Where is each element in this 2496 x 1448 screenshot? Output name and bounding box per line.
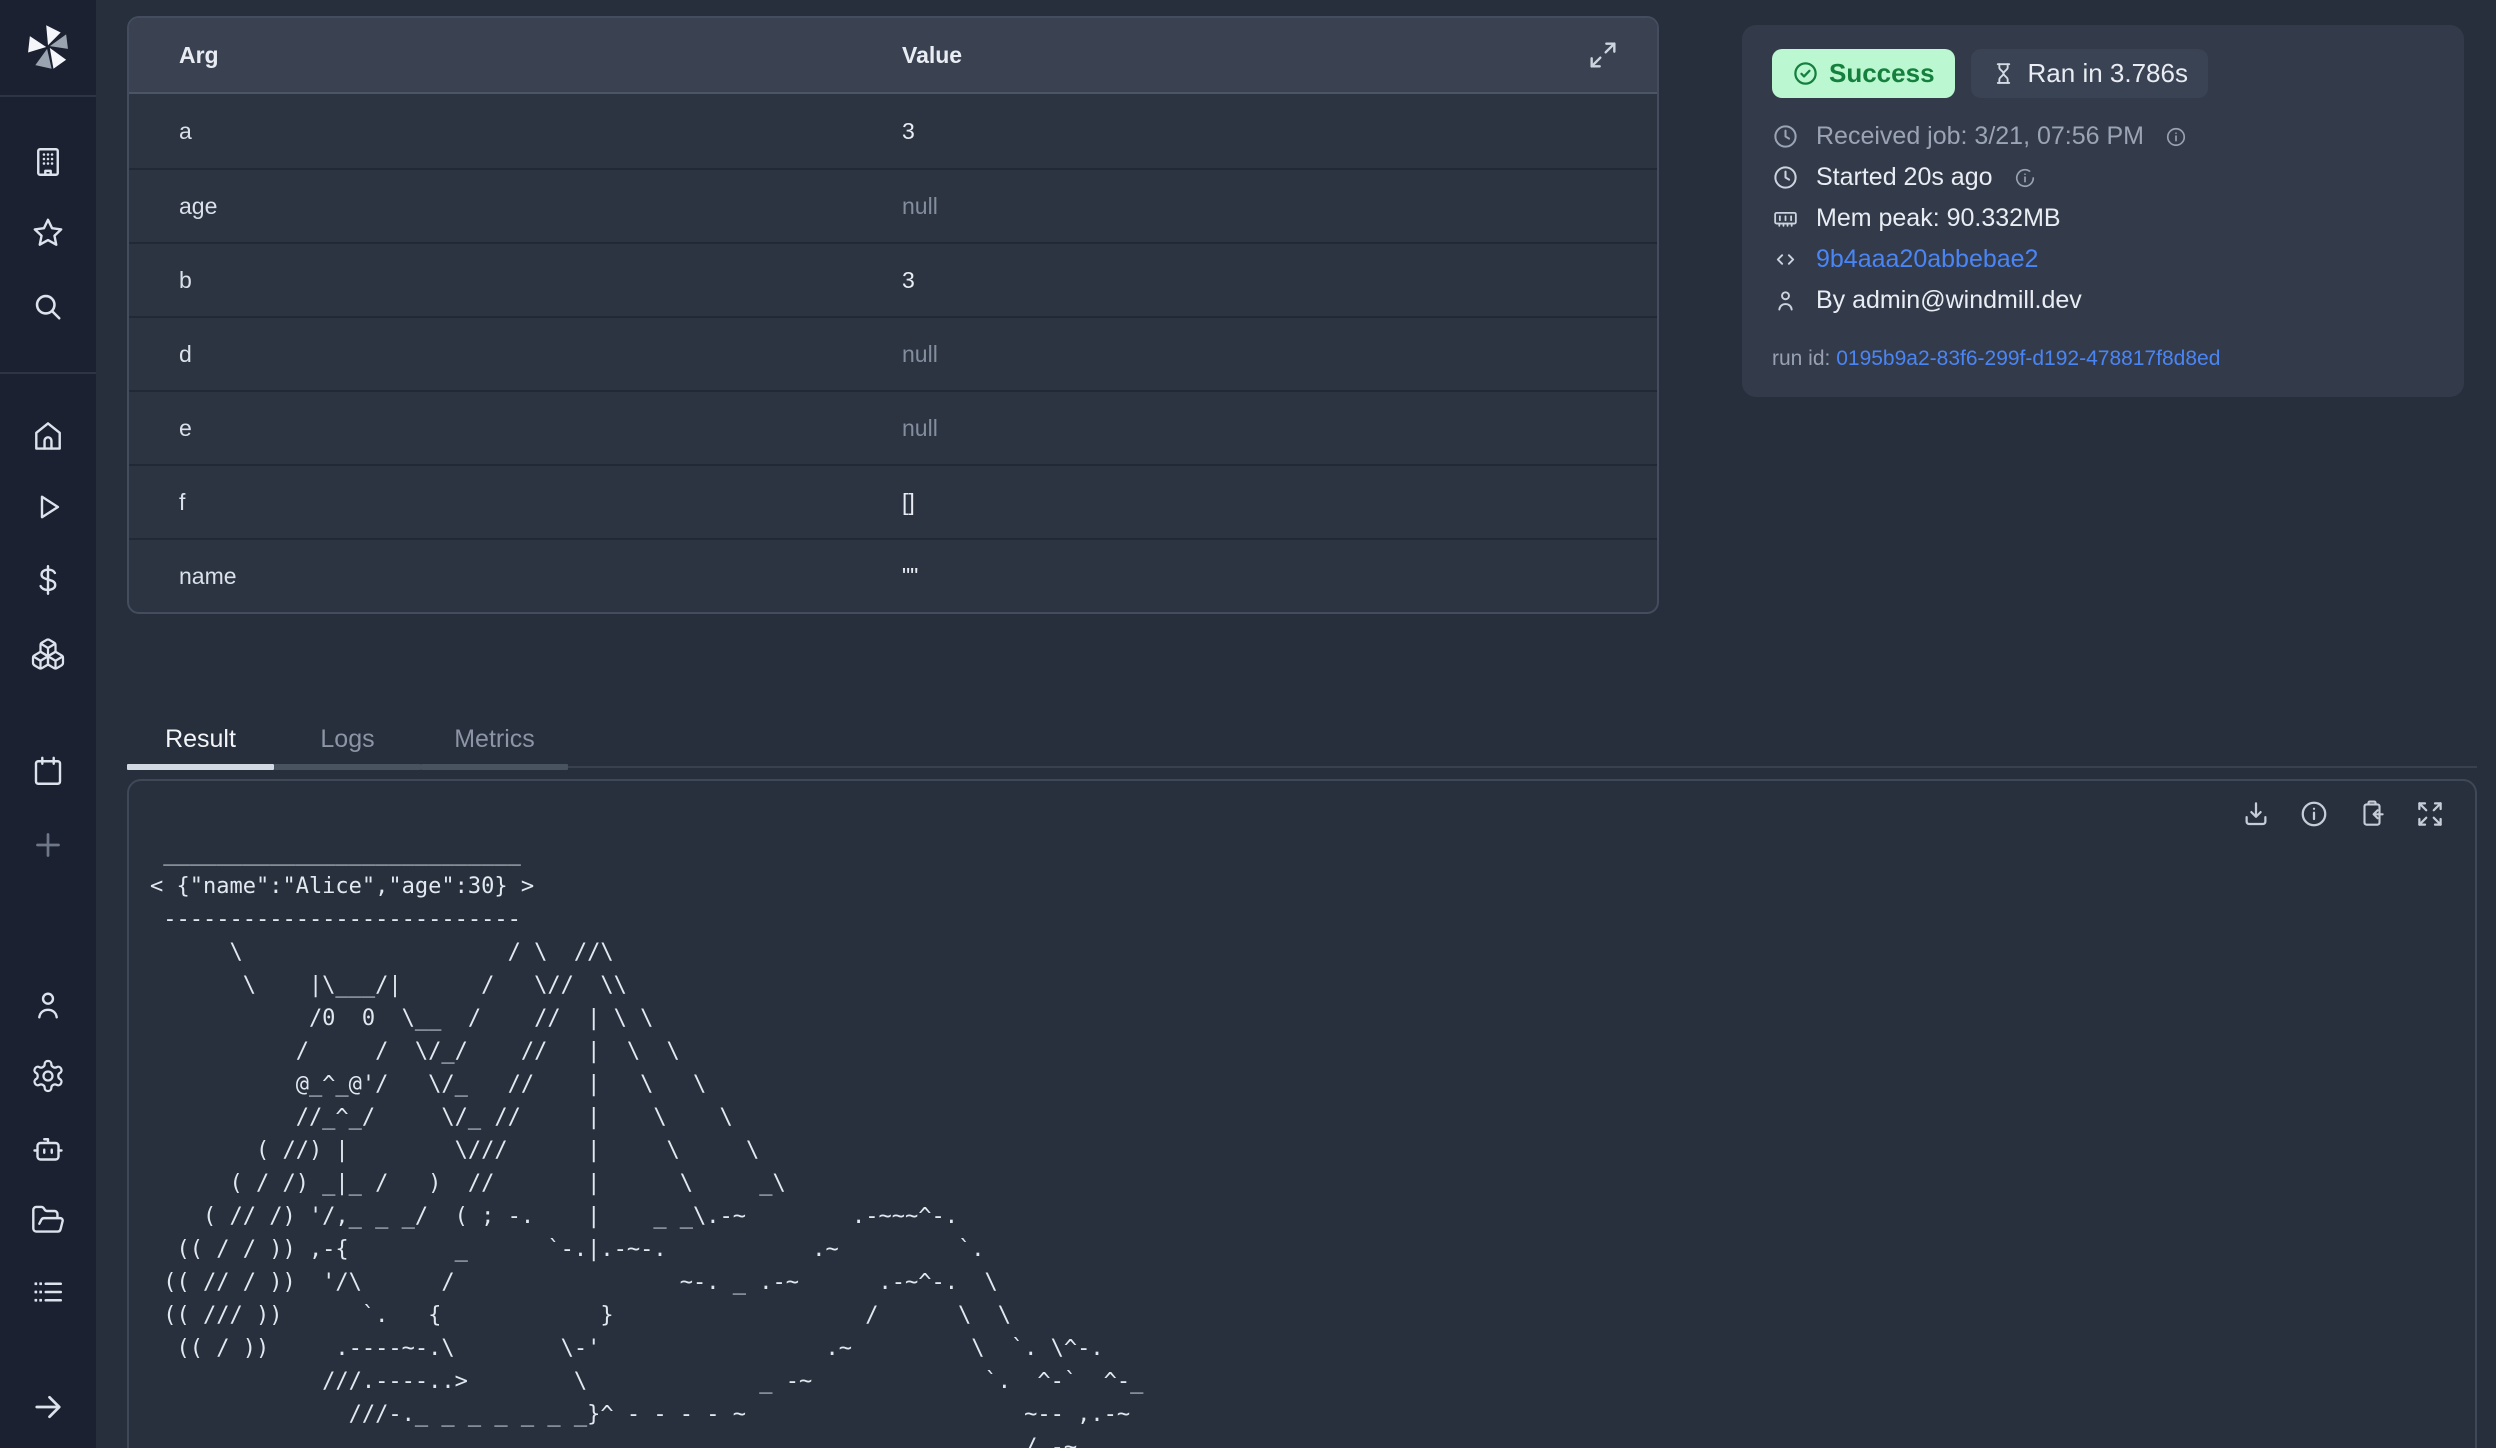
status-badge-label: Success <box>1829 58 1935 89</box>
arg-name-cell: age <box>179 193 902 220</box>
arg-name-cell: a <box>179 118 902 145</box>
args-table: Arg Value a3agenullb3dnullenullf[]name"" <box>127 16 1659 614</box>
info-icon <box>2165 126 2187 148</box>
status-badge: Success <box>1772 49 1955 98</box>
args-table-header: Arg Value <box>129 18 1657 94</box>
arg-value-cell: null <box>902 415 1619 442</box>
script-hash-link[interactable]: 9b4aaa20abbebae2 <box>1816 245 2038 274</box>
mem-peak-text: Mem peak: 90.332MB <box>1816 204 2061 233</box>
arg-value-cell: 3 <box>902 267 1619 294</box>
result-tabs: ResultLogsMetrics <box>127 710 2477 768</box>
run-id-label: run id: <box>1772 347 1830 370</box>
schedules-calendar-icon[interactable] <box>30 753 66 789</box>
person-icon <box>1772 287 1799 314</box>
started-line: Started 20s ago <box>1772 157 2434 198</box>
job-status-card: Success Ran in 3.786s Received job: 3/21… <box>1742 25 2464 397</box>
arg-value-cell: [] <box>902 489 1619 516</box>
check-circle-icon <box>1792 60 1819 87</box>
resources-boxes-icon[interactable] <box>30 636 66 672</box>
clock-icon <box>1772 123 1799 150</box>
table-row[interactable]: enull <box>129 390 1657 464</box>
workers-robot-icon[interactable] <box>30 1131 66 1167</box>
windmill-logo[interactable] <box>19 18 77 76</box>
arg-value-cell: "" <box>902 563 1619 590</box>
table-row[interactable]: agenull <box>129 168 1657 242</box>
result-panel: ___________________________ < {"name":"A… <box>127 779 2477 1448</box>
table-row[interactable]: b3 <box>129 242 1657 316</box>
download-icon[interactable] <box>2241 799 2271 829</box>
result-ascii-output: ___________________________ < {"name":"A… <box>150 837 2475 1448</box>
sidebar <box>0 0 96 1448</box>
user-icon[interactable] <box>30 987 66 1023</box>
args-table-body: a3agenullb3dnullenullf[]name"" <box>129 94 1657 612</box>
table-row[interactable]: a3 <box>129 94 1657 168</box>
history-info-icon <box>2014 167 2036 189</box>
script-hash-line: 9b4aaa20abbebae2 <box>1772 239 2434 280</box>
arg-name-cell: d <box>179 341 902 368</box>
triggered-by-text: By admin@windmill.dev <box>1816 286 2082 315</box>
expand-result-icon[interactable] <box>2415 799 2445 829</box>
favorites-star-icon[interactable] <box>30 215 66 251</box>
triggered-by-line: By admin@windmill.dev <box>1772 280 2434 321</box>
hourglass-icon <box>1991 61 2016 86</box>
table-row[interactable]: dnull <box>129 316 1657 390</box>
duration-label: Ran in 3.786s <box>2028 58 2188 89</box>
arg-value-cell: null <box>902 193 1619 220</box>
duration-chip: Ran in 3.786s <box>1971 49 2208 98</box>
copy-clipboard-icon[interactable] <box>2357 799 2387 829</box>
arg-value-cell: 3 <box>902 118 1619 145</box>
tab-logs[interactable]: Logs <box>274 710 421 768</box>
received-job-line: Received job: 3/21, 07:56 PM <box>1772 116 2434 157</box>
tab-result[interactable]: Result <box>127 710 274 768</box>
info-icon[interactable] <box>2299 799 2329 829</box>
audit-list-icon[interactable] <box>30 1274 66 1310</box>
code-icon <box>1772 246 1799 273</box>
workspace-building-icon[interactable] <box>30 144 66 180</box>
arg-value-cell: null <box>902 341 1619 368</box>
tab-metrics[interactable]: Metrics <box>421 710 568 768</box>
search-icon[interactable] <box>30 289 66 325</box>
table-row[interactable]: f[] <box>129 464 1657 538</box>
table-row[interactable]: name"" <box>129 538 1657 612</box>
received-job-text: Received job: 3/21, 07:56 PM <box>1816 122 2144 151</box>
runs-play-icon[interactable] <box>30 489 66 525</box>
add-plus-icon[interactable] <box>30 827 66 863</box>
variables-dollar-icon[interactable] <box>30 562 66 598</box>
settings-gear-icon[interactable] <box>30 1058 66 1094</box>
expand-args-icon[interactable] <box>1587 39 1619 71</box>
memory-icon <box>1772 205 1799 232</box>
arg-name-cell: b <box>179 267 902 294</box>
arg-name-cell: e <box>179 415 902 442</box>
started-text: Started 20s ago <box>1816 163 1993 192</box>
arg-name-cell: f <box>179 489 902 516</box>
expand-sidebar-arrow-icon[interactable] <box>30 1389 66 1425</box>
folders-open-icon[interactable] <box>30 1202 66 1238</box>
clock-icon <box>1772 164 1799 191</box>
column-header-value: Value <box>902 42 1587 69</box>
arg-name-cell: name <box>179 563 902 590</box>
column-header-arg: Arg <box>179 42 902 69</box>
run-id-link[interactable]: 0195b9a2-83f6-299f-d192-478817f8d8ed <box>1836 347 2220 370</box>
mem-peak-line: Mem peak: 90.332MB <box>1772 198 2434 239</box>
run-id-row: run id: 0195b9a2-83f6-299f-d192-478817f8… <box>1772 347 2434 371</box>
result-actions <box>129 781 2475 829</box>
home-icon[interactable] <box>30 418 66 454</box>
